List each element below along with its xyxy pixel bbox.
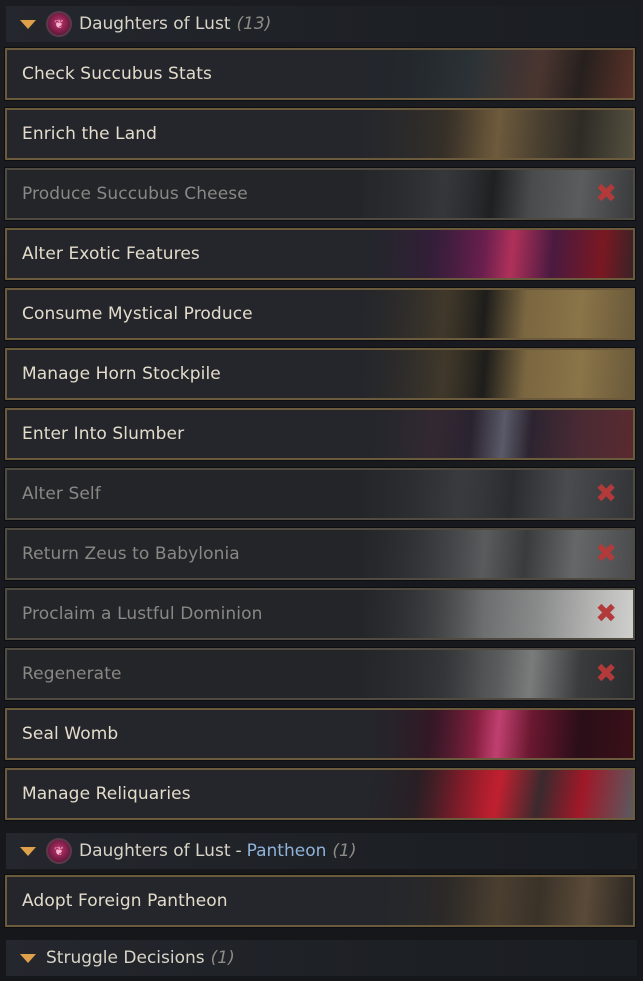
decision-check-succubus-stats[interactable]: Check Succubus Stats: [4, 47, 636, 101]
group-count: (1): [332, 841, 357, 861]
decision-enter-into-slumber[interactable]: Enter Into Slumber: [4, 407, 636, 461]
group-header-daughters-of-lust-pantheon[interactable]: ❦ Daughters of Lust - Pantheon (1): [6, 833, 637, 869]
decision-consume-mystical-produce[interactable]: Consume Mystical Produce: [4, 287, 636, 341]
decisions-panel: ❦ Daughters of Lust (13) Check Succubus …: [0, 0, 643, 981]
decision-label: Manage Reliquaries: [22, 784, 191, 804]
chevron-down-icon[interactable]: [20, 953, 36, 963]
chevron-down-icon[interactable]: [20, 19, 36, 29]
decision-alter-exotic-features[interactable]: Alter Exotic Features: [4, 227, 636, 281]
group-title-separator: -: [235, 841, 242, 861]
decision-label: Manage Horn Stockpile: [22, 364, 221, 384]
close-icon: ✖: [595, 599, 617, 629]
group-header-daughters-of-lust[interactable]: ❦ Daughters of Lust (13): [6, 6, 637, 42]
decision-manage-horn-stockpile[interactable]: Manage Horn Stockpile: [4, 347, 636, 401]
group-count: (1): [210, 948, 235, 968]
group-count: (13): [236, 14, 272, 34]
decision-label: Enrich the Land: [22, 124, 158, 144]
close-icon: ✖: [595, 479, 617, 509]
daughters-of-lust-emblem-icon: ❦: [46, 11, 72, 37]
decision-label: Adopt Foreign Pantheon: [22, 891, 228, 911]
decision-alter-self[interactable]: Alter Self ✖: [4, 467, 636, 521]
decision-adopt-foreign-pantheon[interactable]: Adopt Foreign Pantheon: [4, 874, 636, 928]
decision-manage-reliquaries[interactable]: Manage Reliquaries: [4, 767, 636, 821]
decision-proclaim-a-lustful-dominion[interactable]: Proclaim a Lustful Dominion ✖: [4, 587, 636, 641]
decision-label: Alter Exotic Features: [22, 244, 200, 264]
daughters-of-lust-emblem-icon: ❦: [46, 838, 72, 864]
close-icon: ✖: [595, 539, 617, 569]
decision-return-zeus-to-babylonia[interactable]: Return Zeus to Babylonia ✖: [4, 527, 636, 581]
group-header-struggle-decisions[interactable]: Struggle Decisions (1): [6, 940, 637, 976]
decision-label: Consume Mystical Produce: [22, 304, 253, 324]
group-title: Struggle Decisions: [46, 948, 205, 968]
decision-regenerate[interactable]: Regenerate ✖: [4, 647, 636, 701]
decision-label: Seal Womb: [22, 724, 119, 744]
chevron-down-icon[interactable]: [20, 846, 36, 856]
decision-label: Enter Into Slumber: [22, 424, 185, 444]
decision-label: Return Zeus to Babylonia: [22, 544, 240, 564]
decision-label: Check Succubus Stats: [22, 64, 212, 84]
decision-enrich-the-land[interactable]: Enrich the Land: [4, 107, 636, 161]
decision-produce-succubus-cheese[interactable]: Produce Succubus Cheese ✖: [4, 167, 636, 221]
group-subtitle: Pantheon: [246, 841, 327, 861]
group-title: Daughters of Lust: [79, 14, 231, 34]
close-icon: ✖: [595, 179, 617, 209]
decision-label: Regenerate: [22, 664, 122, 684]
decision-seal-womb[interactable]: Seal Womb: [4, 707, 636, 761]
decision-label: Produce Succubus Cheese: [22, 184, 248, 204]
decision-label: Proclaim a Lustful Dominion: [22, 604, 263, 624]
decision-label: Alter Self: [22, 484, 101, 504]
close-icon: ✖: [595, 659, 617, 689]
group-title: Daughters of Lust: [79, 841, 231, 861]
